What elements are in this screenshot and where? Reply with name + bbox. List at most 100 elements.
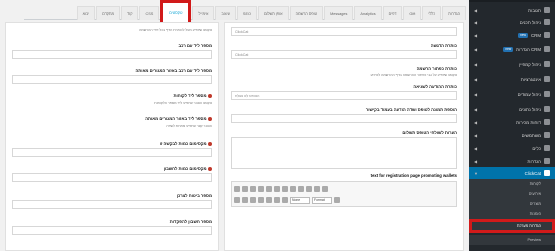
tab-payment-method[interactable]: אופן תשלום [257, 6, 289, 20]
sidebar-item-integrations[interactable]: ◀ אינטגרציות [469, 73, 555, 85]
paragraph-select[interactable]: None [290, 196, 310, 204]
bold-icon[interactable] [234, 197, 240, 203]
sidebar-item-label: CRM [531, 32, 541, 38]
comments-icon [544, 7, 550, 13]
submenu-events[interactable]: אירועים [469, 189, 555, 199]
sidebar-item-label: תגובות [528, 7, 541, 13]
sidebar-item-label: ניהול נתונים [519, 106, 541, 112]
toolbar-row-2: None Format [234, 195, 454, 205]
car-lead-label: מספר ליד עם רכב [178, 43, 212, 48]
unlink-icon[interactable] [290, 186, 296, 192]
italic-icon[interactable] [242, 197, 248, 203]
chevron-left-icon: ◀ [474, 46, 478, 52]
tab-import[interactable]: יבוא [76, 6, 96, 20]
table-icon[interactable] [306, 186, 312, 192]
sidebar-item-content[interactable]: ◀ ניהול תכנים [469, 16, 555, 28]
deposit-account-field[interactable] [12, 226, 212, 235]
paste-icon[interactable] [258, 186, 264, 192]
chevron-left-icon: ◀ [474, 61, 478, 67]
submenu-products[interactable]: מוצרים [469, 199, 555, 209]
sidebar-item-settings[interactable]: ◀ הגדרות [469, 155, 555, 167]
error-title-field[interactable]: הטופס לא נשלח [231, 91, 457, 100]
source-icon[interactable] [234, 186, 240, 192]
submenu-customers[interactable]: לקוחות [469, 179, 555, 189]
tab-registration-form[interactable]: טופס הרשמה [289, 6, 324, 20]
tab-pages[interactable]: דפים [382, 6, 403, 20]
tab-messages[interactable]: Messages [324, 6, 354, 20]
car-area-lead-field[interactable] [12, 75, 212, 84]
form-image-field[interactable] [231, 114, 457, 123]
register-button-title-label: כותרת כפתור הרשמה [416, 66, 457, 71]
deposit-account-label: מספר חשבון להפקדות [169, 219, 212, 224]
tab-code[interactable]: קוד [121, 6, 139, 20]
tab-gift[interactable]: Gift [403, 6, 422, 20]
sidebar-item-data[interactable]: ◀ ניהול נתונים [469, 103, 555, 115]
max-account-field[interactable] [12, 173, 212, 182]
cat-icon [544, 170, 550, 176]
chevron-left-icon: ◀ [474, 32, 478, 38]
max-account-label: מקסימום כמות לחשבון [164, 166, 212, 171]
link-icon[interactable] [282, 186, 288, 192]
strike-icon[interactable] [250, 197, 256, 203]
chevron-down-icon: ▼ [474, 170, 478, 176]
bullet-list-icon[interactable] [266, 197, 272, 203]
max-request-field[interactable] [12, 148, 212, 157]
sidebar-item-users[interactable]: ◀ משתמשים [469, 129, 555, 141]
chevron-left-icon: ◀ [474, 132, 478, 138]
tab-email[interactable]: אימייל [192, 6, 215, 20]
tab-seo[interactable]: SEO [236, 6, 257, 20]
new-badge: new [503, 46, 514, 52]
chevron-left-icon: ◀ [474, 158, 478, 164]
tab-analytics[interactable]: Analytics [354, 6, 382, 20]
tab-settings[interactable]: הגדרות [442, 6, 466, 20]
sidebar-item-tools[interactable]: ◀ כלים [469, 142, 555, 154]
help-icon[interactable] [334, 197, 340, 203]
submenu-orders[interactable]: הזמנות [469, 209, 555, 219]
outdent-icon[interactable] [274, 197, 280, 203]
undo-icon[interactable] [266, 186, 272, 192]
customer-lead-desc: טקסט הסבר שיופיע ליד מספר הלקוחות [154, 101, 212, 105]
required-icon [208, 166, 212, 171]
sidebar-item-pages[interactable]: ◀ ניהול עמודים [469, 88, 555, 100]
hr-icon[interactable] [314, 186, 320, 192]
cut-icon[interactable] [242, 186, 248, 192]
area-lead-text: מספר ליד באזור המגורים מאותה [145, 116, 207, 121]
ordered-list-icon[interactable] [258, 197, 264, 203]
highlight-title-field[interactable]: ClickCat [231, 50, 457, 59]
title-field[interactable]: ClickCat [231, 27, 457, 36]
sidebar-item-crm-settings[interactable]: ◀ new הגדרות CRM [469, 43, 555, 55]
sidebar-item-reports[interactable]: ◀ דוחות מכירות [469, 116, 555, 128]
settings-tabs: הגדרות כללי Gift דפים Analytics Messages… [24, 0, 466, 26]
required-icon [208, 141, 212, 146]
required-icon [208, 116, 212, 121]
tab-css[interactable]: CSS [139, 6, 160, 20]
sidebar-item-campaign[interactable]: ◀ ניהול קמפיין [469, 58, 555, 70]
payment-notes-textarea[interactable] [231, 137, 457, 169]
sidebar-item-clickcat[interactable]: ▼ ClickCat [469, 167, 555, 179]
main-content: הגדרות כללי Gift דפים Analytics Messages… [0, 0, 466, 251]
format-select[interactable]: Format [312, 196, 332, 204]
redo-icon[interactable] [274, 186, 280, 192]
car-lead-field[interactable] [12, 50, 212, 59]
tab-advanced[interactable]: מתקדם [96, 6, 121, 20]
content-icon [544, 19, 550, 25]
sidebar-item-crm[interactable]: ◀ new CRM [469, 29, 555, 41]
new-badge: new [518, 32, 528, 38]
submenu-preview[interactable]: Preview [469, 235, 555, 245]
chevron-left-icon: ◀ [474, 76, 478, 82]
indent-icon[interactable] [282, 197, 288, 203]
submenu-system-settings[interactable]: הגדרות מערכת [469, 219, 555, 233]
reports-icon [544, 119, 550, 125]
car-area-lead-label: מספר ליד עם רכב באזור המגורים מאותה [135, 68, 212, 73]
form-image-label: הוספת תמונה לטופס ושדה הודעה בעמוד בקישו… [365, 107, 457, 112]
copy-icon[interactable] [250, 186, 256, 192]
sidebar-item-label: ClickCat [524, 170, 541, 176]
special-char-icon[interactable] [322, 186, 328, 192]
error-title-label: כותרת ההודעה לשגיאה [413, 84, 457, 89]
tab-design[interactable]: עיצוב [215, 6, 236, 20]
image-icon[interactable] [298, 186, 304, 192]
tab-general[interactable]: כללי [422, 6, 442, 20]
sidebar-item-comments[interactable]: ◀ תגובות [469, 4, 555, 16]
insurance-field[interactable] [12, 200, 212, 209]
chevron-left-icon: ◀ [474, 91, 478, 97]
